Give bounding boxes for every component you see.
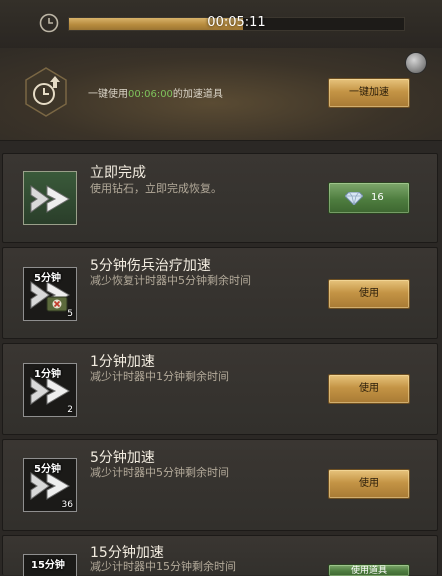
item-count: 2	[67, 405, 73, 415]
item-duration-label: 5分钟	[34, 273, 61, 284]
fast-forward-icon	[30, 472, 70, 500]
speedup-item-card: 15分钟 15分钟加速 减少计时器中15分钟剩余时间 使用道具	[2, 535, 438, 576]
item-duration-label: 5分钟	[34, 464, 61, 475]
timer-bar: 00:05:11	[0, 0, 442, 50]
item-desc: 减少恢复计时器中5分钟剩余时间	[90, 274, 251, 287]
speedup-item-card: 5分钟 5 5分钟伤兵治疗加速 减少恢复计时器中5分钟剩余时间 使用	[2, 247, 438, 339]
item-count: 5	[67, 309, 73, 319]
fast-forward-icon	[30, 185, 70, 213]
speedup-item-icon: 1分钟 2	[23, 363, 77, 417]
item-count: 36	[61, 500, 73, 510]
item-desc: 减少计时器中5分钟剩余时间	[90, 466, 229, 479]
speedup-item-card: 5分钟 36 5分钟加速 减少计时器中5分钟剩余时间 使用	[2, 439, 438, 531]
timer-remaining-text: 00:05:11	[207, 15, 266, 30]
use-button[interactable]: 使用道具	[328, 564, 410, 576]
speedup-item-icon: 5分钟 5	[23, 267, 77, 321]
quick-speedup-button[interactable]: 一键加速	[328, 78, 410, 108]
item-desc: 减少计时器中1分钟剩余时间	[90, 370, 229, 383]
fast-forward-icon	[30, 377, 70, 405]
use-button[interactable]: 使用	[328, 374, 410, 404]
instant-complete-icon	[23, 171, 77, 225]
use-button[interactable]: 使用	[328, 279, 410, 309]
medkit-icon	[46, 296, 68, 312]
quick-speedup-description: 一键使用00:06:00的加速道具	[88, 89, 223, 100]
speedup-item-icon: 15分钟	[23, 554, 77, 576]
quick-speedup-panel: 一键使用00:06:00的加速道具 一键加速	[0, 48, 442, 141]
item-duration-label: 15分钟	[31, 560, 65, 571]
speedup-item-card: 1分钟 2 1分钟加速 减少计时器中1分钟剩余时间 使用	[2, 343, 438, 435]
timer-boost-icon	[25, 67, 67, 117]
gem-cost: 16	[371, 192, 384, 203]
close-button[interactable]	[405, 52, 427, 74]
instant-complete-desc: 使用钻石，立即完成恢复。	[90, 182, 222, 195]
use-button[interactable]: 使用	[328, 469, 410, 499]
timer-progress-bar: 00:05:11	[68, 15, 405, 31]
item-desc: 减少计时器中15分钟剩余时间	[90, 560, 236, 573]
diamond-icon	[345, 192, 363, 205]
instant-complete-card: 立即完成 使用钻石，立即完成恢复。 16	[2, 153, 438, 243]
speedup-item-icon: 5分钟 36	[23, 458, 77, 512]
item-duration-label: 1分钟	[34, 369, 61, 380]
instant-complete-gem-button[interactable]: 16	[328, 182, 410, 214]
clock-icon	[39, 13, 59, 33]
instant-complete-title: 立即完成	[90, 165, 146, 181]
